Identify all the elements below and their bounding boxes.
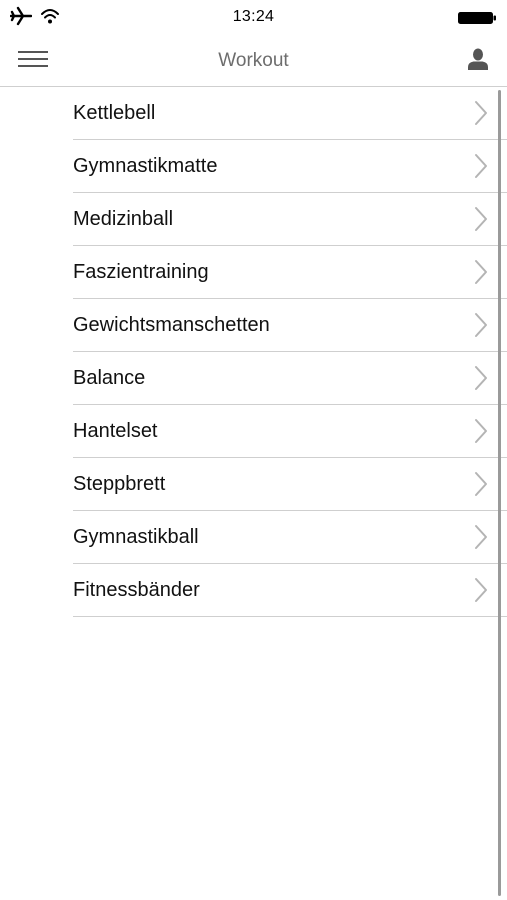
workout-list: Kettlebell Gymnastikmatte Medizinball Fa… [0, 87, 507, 617]
list-item-hantelset[interactable]: Hantelset [0, 405, 507, 458]
list-item-label: Gewichtsmanschetten [73, 314, 270, 336]
navigation-bar: Workout [0, 36, 507, 87]
list-item-faszientraining[interactable]: Faszientraining [0, 246, 507, 299]
chevron-right-icon [473, 259, 489, 285]
status-time: 13:24 [232, 8, 275, 25]
app-screen: 13:24 Workout Kettlebell Gymnastikmatte … [0, 0, 507, 900]
chevron-right-icon [473, 418, 489, 444]
status-bar: 13:24 [0, 0, 507, 36]
list-item-label: Balance [73, 367, 146, 389]
list-item-label: Steppbrett [73, 473, 166, 495]
list-item-label: Kettlebell [73, 102, 156, 124]
list-item-label: Fitnessbänder [73, 579, 200, 601]
scrollbar[interactable] [498, 90, 501, 896]
list-item-medizinball[interactable]: Medizinball [0, 193, 507, 246]
chevron-right-icon [473, 365, 489, 391]
chevron-right-icon [473, 524, 489, 550]
list-item-balance[interactable]: Balance [0, 352, 507, 405]
list-item-kettlebell[interactable]: Kettlebell [0, 87, 507, 140]
list-item-label: Gymnastikmatte [73, 155, 218, 177]
list-item-label: Medizinball [73, 208, 174, 230]
list-item-label: Faszientraining [73, 261, 209, 283]
chevron-right-icon [473, 471, 489, 497]
user-profile-icon [466, 47, 490, 76]
battery-icon [457, 11, 497, 25]
chevron-right-icon [473, 312, 489, 338]
chevron-right-icon [473, 153, 489, 179]
list-item-steppbrett[interactable]: Steppbrett [0, 458, 507, 511]
page-title: Workout [218, 50, 289, 71]
list-item-gewichtsmanschetten[interactable]: Gewichtsmanschetten [0, 299, 507, 352]
profile-button[interactable] [463, 46, 493, 76]
list-item-label: Hantelset [73, 420, 158, 442]
list-item-gymnastikmatte[interactable]: Gymnastikmatte [0, 140, 507, 193]
list-item-label: Gymnastikball [73, 526, 199, 548]
chevron-right-icon [473, 577, 489, 603]
list-item-gymnastikball[interactable]: Gymnastikball [0, 511, 507, 564]
list-item-fitnessbaender[interactable]: Fitnessbänder [0, 564, 507, 617]
chevron-right-icon [473, 206, 489, 232]
chevron-right-icon [473, 100, 489, 126]
